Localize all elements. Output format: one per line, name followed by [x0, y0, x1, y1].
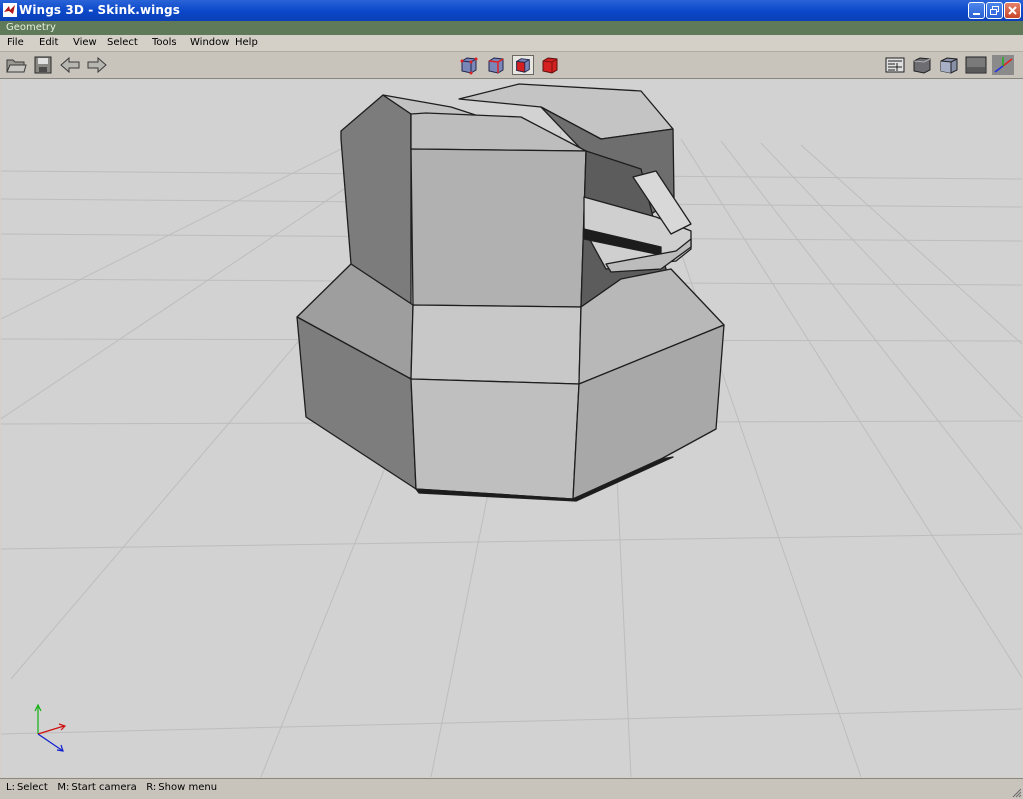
skink-mesh[interactable]	[296, 83, 725, 502]
resize-grip-icon[interactable]	[1012, 788, 1022, 798]
save-icon[interactable]	[32, 55, 54, 75]
flat-shade-icon[interactable]	[938, 55, 960, 75]
hint-right-text: Show menu	[158, 782, 218, 793]
minimize-icon	[973, 13, 980, 15]
face-mode-icon[interactable]	[512, 55, 534, 75]
menu-window[interactable]: Window	[190, 35, 229, 51]
mouse-hints: L: Select M: Start camera R: Show menu	[6, 781, 217, 795]
menu-view[interactable]: View	[73, 35, 97, 51]
menu-bar: File Edit View Select Tools Window Help	[0, 35, 1023, 52]
menu-help[interactable]: Help	[235, 35, 258, 51]
vertex-mode-icon[interactable]	[458, 55, 480, 75]
3d-viewport[interactable]	[1, 79, 1022, 777]
close-icon	[1008, 6, 1017, 15]
wings-app-icon[interactable]	[3, 3, 17, 17]
smooth-shade-icon[interactable]	[911, 55, 933, 75]
edge-mode-icon[interactable]	[485, 55, 507, 75]
toolbar	[0, 52, 1023, 79]
hint-left-text: Select	[16, 782, 48, 793]
axis-gizmo-icon	[34, 703, 67, 752]
redo-arrow-icon[interactable]	[86, 55, 108, 75]
window-title: Wings 3D - Skink.wings	[19, 3, 180, 17]
maximize-button[interactable]	[986, 2, 1003, 19]
hint-middle-key: M:	[57, 782, 70, 793]
wireframe-toggle-icon[interactable]	[884, 55, 906, 75]
geometry-title-bar: Geometry	[0, 21, 1023, 35]
body-mode-icon[interactable]	[539, 55, 561, 75]
undo-arrow-icon[interactable]	[59, 55, 81, 75]
geometry-window-title: Geometry	[6, 22, 56, 33]
close-button[interactable]	[1004, 2, 1021, 19]
minimize-button[interactable]	[968, 2, 985, 19]
maximize-icon	[990, 6, 999, 15]
hint-middle-text: Start camera	[71, 782, 137, 793]
groundplane-icon[interactable]	[965, 55, 987, 75]
status-bar: L: Select M: Start camera R: Show menu	[0, 778, 1023, 799]
open-folder-icon[interactable]	[5, 55, 27, 75]
hint-left-key: L:	[6, 782, 15, 793]
menu-edit[interactable]: Edit	[39, 35, 58, 51]
hint-right-key: R:	[146, 782, 157, 793]
menu-tools[interactable]: Tools	[152, 35, 177, 51]
menu-select[interactable]: Select	[107, 35, 138, 51]
axes-icon[interactable]	[992, 55, 1014, 75]
title-bar: Wings 3D - Skink.wings	[0, 0, 1023, 21]
menu-file[interactable]: File	[7, 35, 24, 51]
